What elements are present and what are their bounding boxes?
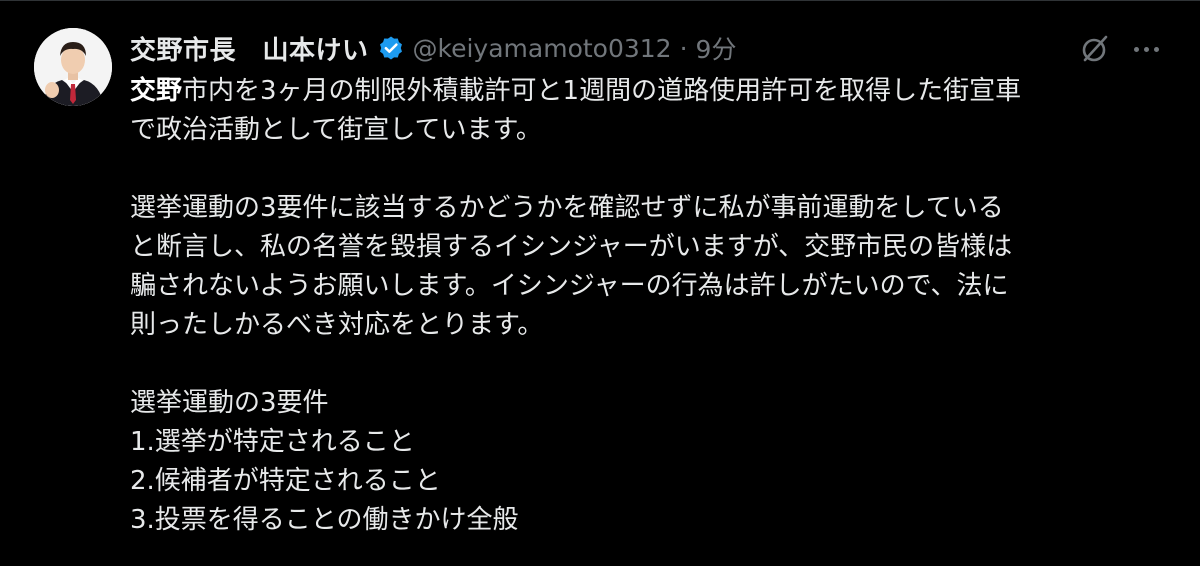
- verified-badge-icon: [377, 34, 405, 62]
- tweet-line: と断言し、私の名誉を毀損するイシンジャーがいますが、交野市民の皆様は: [130, 232, 1013, 262]
- avatar-photo: [34, 28, 112, 106]
- tweet-line: 1.選挙が特定されること: [130, 427, 415, 457]
- tweet-line: 選挙運動の3要件に該当するかどうかを確認せずに私が事前運動をしている: [130, 193, 1004, 223]
- tweet-line: 交野市内を3ヶ月の制限外積載許可と1週間の道路使用許可を取得した街宣車: [130, 72, 1160, 111]
- hashtag-highlight[interactable]: 交野: [130, 76, 182, 106]
- grok-icon[interactable]: [1078, 32, 1112, 66]
- tweet-text: 交野市内を3ヶ月の制限外積載許可と1週間の道路使用許可を取得した街宣車 で政治活…: [130, 72, 1160, 540]
- timestamp[interactable]: 9分: [696, 30, 737, 66]
- top-divider: [0, 0, 1200, 1]
- tweet-header: 交野市長 山本けい @keiyamamoto0312 · 9分: [130, 28, 736, 68]
- more-options-icon[interactable]: [1126, 34, 1166, 64]
- tweet-line: 則ったしかるべき対応をとります。: [130, 310, 544, 340]
- tweet-line-text: 市内を3ヶ月の制限外積載許可と1週間の道路使用許可を取得した街宣車: [182, 76, 1022, 106]
- more-dot: [1133, 46, 1139, 52]
- more-dot: [1153, 46, 1159, 52]
- tweet-line: 2.候補者が特定されること: [130, 466, 441, 496]
- display-name[interactable]: 交野市長 山本けい: [130, 30, 369, 67]
- more-dot: [1143, 46, 1149, 52]
- avatar[interactable]: [34, 28, 112, 106]
- tweet-line: で政治活動として街宣しています。: [130, 115, 542, 145]
- tweet-line: 選挙運動の3要件: [130, 388, 329, 418]
- user-handle[interactable]: @keiyamamoto0312: [413, 34, 672, 63]
- separator-dot: ·: [679, 33, 688, 63]
- tweet-line: 3.投票を得ることの働きかけ全般: [130, 505, 519, 535]
- tweet-line: 騙されないようお願いします。イシンジャーの行為は許しがたいので、法に: [130, 271, 1009, 301]
